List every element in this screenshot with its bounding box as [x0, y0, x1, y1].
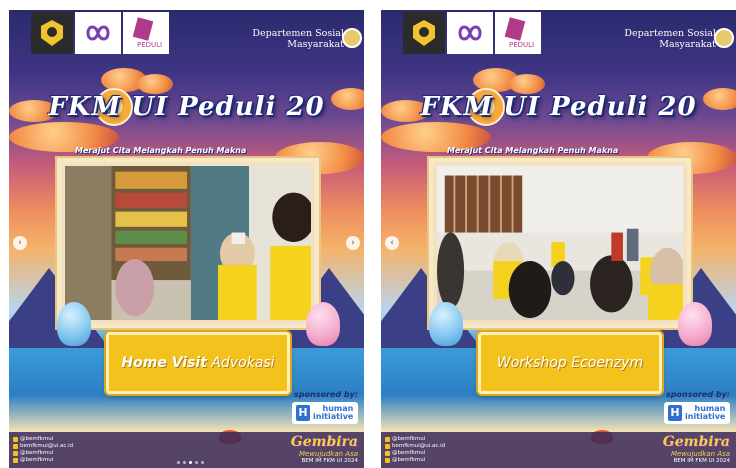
social-handle: @bemfkmui — [20, 450, 54, 456]
instagram-icon — [385, 437, 390, 442]
sponsor-block: sponsored by: H human initiative — [664, 390, 730, 424]
twitter-icon — [385, 451, 390, 456]
social-handle: bemfkmui@ui.ac.id — [20, 443, 74, 449]
department-badge-icon — [342, 28, 362, 48]
ui-logo — [403, 12, 445, 54]
pink-dolphin-mascot — [306, 302, 340, 346]
event-tagline: Merajut Cita Melangkah Penuh Makna — [447, 146, 619, 155]
activity-label: Workshop Ecoenzym — [478, 332, 662, 394]
social-handles: @bemfkmui bemfkmui@ui.ac.id @bemfkmui @b… — [385, 436, 445, 464]
activity-photo-frame — [57, 158, 319, 328]
department-line-1: Departemen Sosial — [624, 28, 716, 39]
social-row: bemfkmui@ui.ac.id — [13, 443, 73, 450]
human-initiative-mark-icon: H — [668, 405, 682, 421]
carousel-next-button[interactable]: › — [346, 236, 360, 250]
event-title: FKM UI Peduli 20 — [420, 92, 697, 122]
slide-footer: @bemfkmui bemfkmui@ui.ac.id @bemfkmui @b… — [9, 432, 364, 468]
carousel-slide-workshop: PEDULI Departemen Sosial Masyarakat FKM … — [381, 10, 736, 468]
fkm-peduli-logo: PEDULI — [123, 12, 169, 54]
event-title: FKM UI Peduli 20 — [48, 92, 325, 122]
bem-label: BEM IM FKM UI 2024 — [301, 458, 358, 464]
activity-label-text: Workshop Ecoenzym — [497, 355, 643, 371]
pager-dot[interactable] — [195, 461, 198, 464]
department-label: Departemen Sosial Masyarakat — [252, 28, 344, 50]
human-initiative-mark-icon: H — [296, 405, 310, 421]
ui-logo — [31, 12, 73, 54]
infinity-logo — [447, 12, 493, 54]
pager-dot[interactable] — [183, 461, 186, 464]
sponsor-block: sponsored by: H human initiative — [292, 390, 358, 424]
department-line-2: Masyarakat — [659, 39, 716, 50]
home-visit-photo — [65, 166, 311, 320]
pager-dot[interactable] — [177, 461, 180, 464]
infinity-logo — [75, 12, 121, 54]
social-row: bemfkmui@ui.ac.id — [385, 443, 445, 450]
twitter-icon — [13, 451, 18, 456]
event-tagline: Merajut Cita Melangkah Penuh Makna — [75, 146, 247, 155]
pink-dolphin-mascot — [678, 302, 712, 346]
gembira-branding: Gembira Mewujudkan Asa BEM IM FKM UI 202… — [663, 434, 730, 464]
department-line-1: Departemen Sosial — [252, 28, 344, 39]
chevron-left-icon: ‹ — [390, 238, 394, 248]
carousel-slide-home-visit: PEDULI Departemen Sosial Masyarakat FKM … — [9, 10, 364, 468]
social-row: @bemfkmui — [385, 450, 445, 457]
cloud-decoration — [509, 74, 545, 94]
social-handle: @bemfkmui — [20, 436, 54, 442]
social-handle: @bemfkmui — [392, 450, 426, 456]
social-handle: @bemfkmui — [392, 436, 426, 442]
activity-label-text: Home Visit Advokasi — [121, 355, 274, 371]
sponsored-by-label: sponsored by: — [666, 390, 730, 399]
workshop-photo — [437, 166, 683, 320]
gembira-branding: Gembira Mewujudkan Asa BEM IM FKM UI 202… — [291, 434, 358, 464]
department-label: Departemen Sosial Masyarakat — [624, 28, 716, 50]
social-row: @bemfkmui — [13, 450, 73, 457]
carousel-prev-button[interactable]: ‹ — [385, 236, 399, 250]
carousel-prev-button[interactable]: ‹ — [13, 236, 27, 250]
slide-footer: @bemfkmui bemfkmui@ui.ac.id @bemfkmui @b… — [381, 432, 736, 468]
human-initiative-logo: H human initiative — [664, 402, 730, 424]
social-row: @bemfkmui — [385, 457, 445, 464]
activity-photo-frame — [429, 158, 691, 328]
pager-dot-active[interactable] — [189, 461, 192, 464]
email-icon — [385, 444, 390, 449]
social-handles: @bemfkmui bemfkmui@ui.ac.id @bemfkmui @b… — [13, 436, 73, 464]
partner-logos: PEDULI — [31, 12, 169, 54]
social-handle: bemfkmui@ui.ac.id — [392, 443, 446, 449]
chevron-right-icon: › — [351, 238, 355, 248]
tiktok-icon — [13, 458, 18, 463]
blue-dolphin-mascot — [57, 302, 91, 346]
social-handle: @bemfkmui — [392, 457, 426, 463]
activity-label-main: Advokasi — [211, 355, 275, 371]
department-badge-icon — [714, 28, 734, 48]
carousel-pager[interactable] — [177, 461, 204, 464]
chevron-left-icon: ‹ — [18, 238, 22, 248]
social-handle: @bemfkmui — [20, 457, 54, 463]
instagram-icon — [13, 437, 18, 442]
activity-label-main: Workshop Ecoenzym — [496, 355, 644, 371]
tiktok-icon — [385, 458, 390, 463]
cloud-decoration — [137, 74, 173, 94]
bem-label: BEM IM FKM UI 2024 — [673, 458, 730, 464]
gembira-title: Gembira — [662, 434, 730, 450]
sponsored-by-label: sponsored by: — [294, 390, 358, 399]
social-row: @bemfkmui — [13, 457, 73, 464]
department-line-2: Masyarakat — [287, 39, 344, 50]
gembira-subtitle: Mewujudkan Asa — [670, 450, 730, 458]
activity-label-prefix: Home Visit — [121, 355, 207, 371]
peduli-logo-text: PEDULI — [509, 41, 534, 49]
pager-dot[interactable] — [201, 461, 204, 464]
partner-logos: PEDULI — [403, 12, 541, 54]
social-row: @bemfkmui — [385, 436, 445, 443]
email-icon — [13, 444, 18, 449]
gembira-title: Gembira — [290, 434, 358, 450]
gembira-subtitle: Mewujudkan Asa — [298, 450, 358, 458]
social-row: @bemfkmui — [13, 436, 73, 443]
peduli-logo-text: PEDULI — [137, 41, 162, 49]
human-initiative-logo: H human initiative — [292, 402, 358, 424]
fkm-peduli-logo: PEDULI — [495, 12, 541, 54]
activity-label: Home Visit Advokasi — [106, 332, 290, 394]
sponsor-name-line-2: initiative — [313, 412, 354, 421]
sponsor-name-line-2: initiative — [685, 412, 726, 421]
blue-dolphin-mascot — [429, 302, 463, 346]
